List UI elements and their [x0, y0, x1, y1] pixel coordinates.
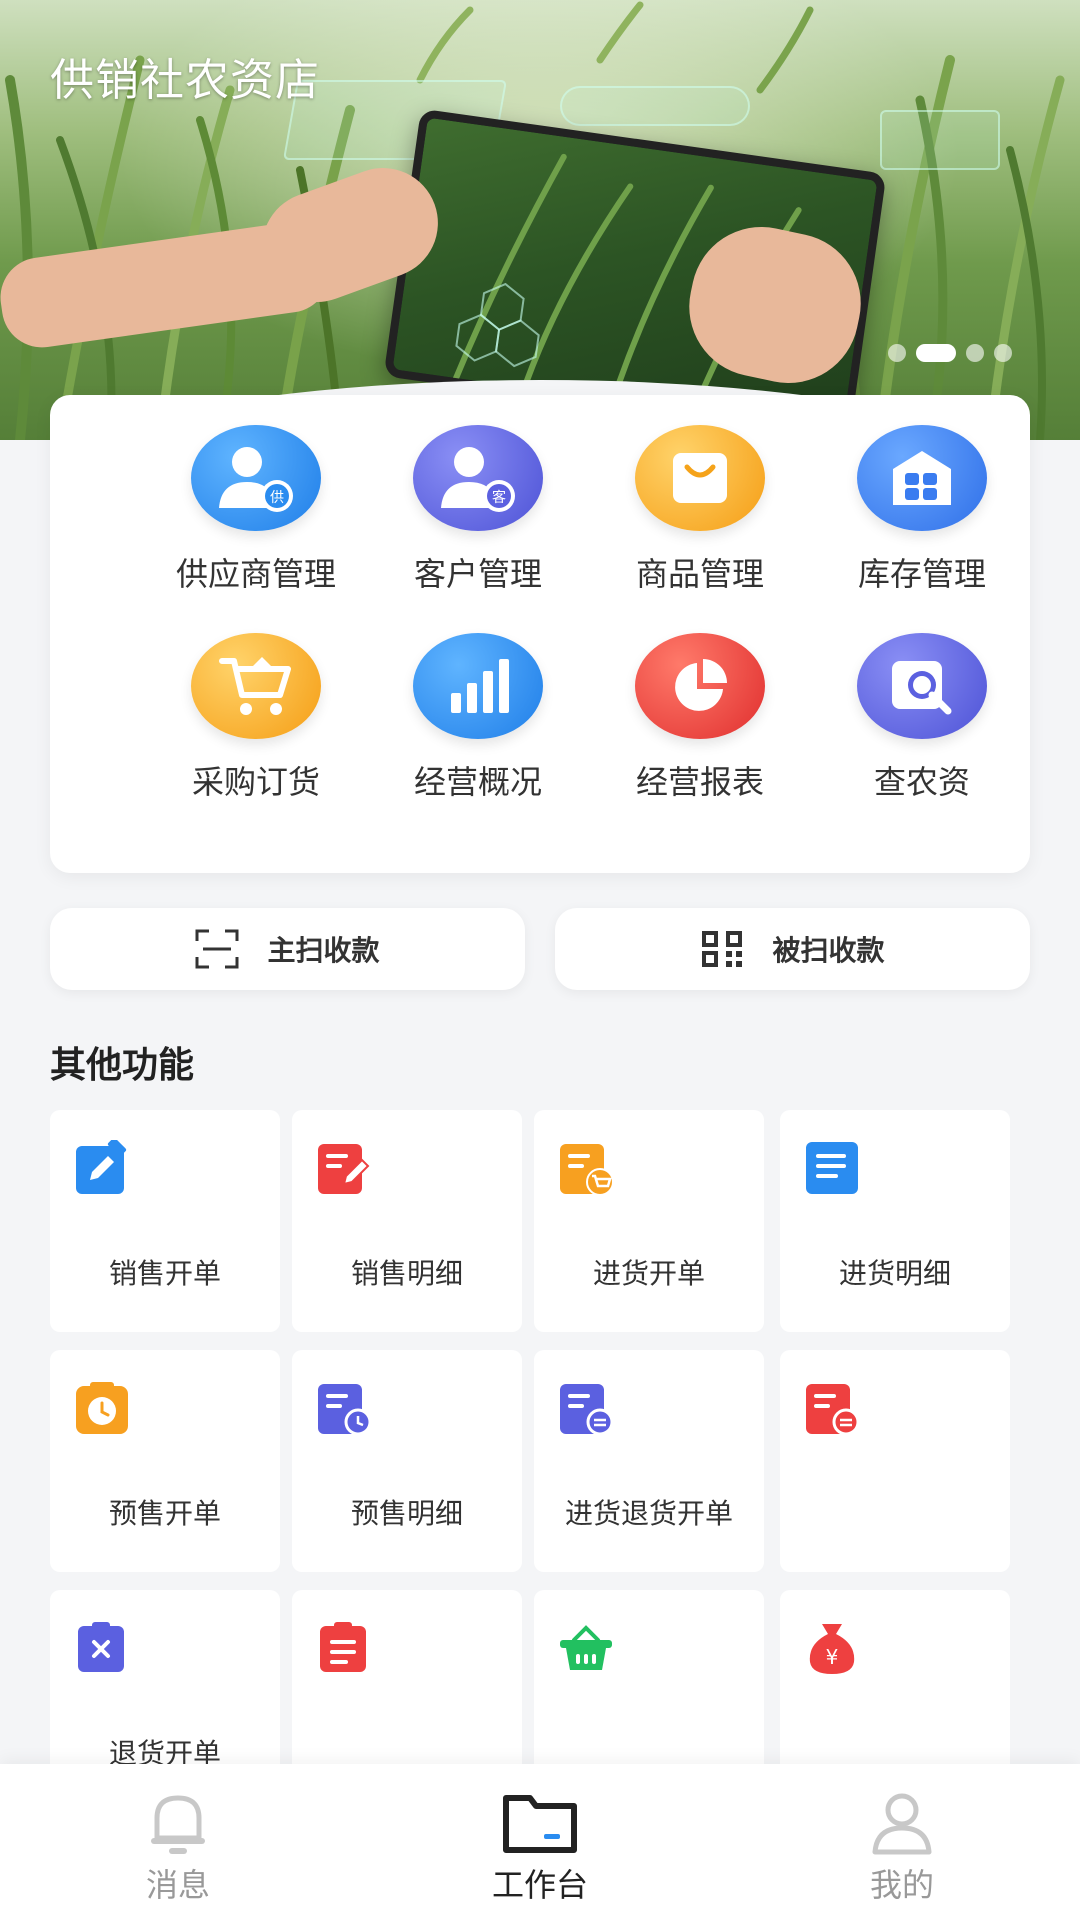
bell-icon: [151, 1795, 205, 1854]
clock-icon: [76, 1382, 128, 1434]
tile-label: 进货明细: [838, 1257, 951, 1290]
search-doc-icon: [857, 633, 987, 739]
tab-profile[interactable]: 我的: [812, 1788, 992, 1906]
bar-chart-icon: [413, 633, 543, 739]
passive-scan-button[interactable]: 被扫收款: [555, 908, 1030, 990]
menu-item-overview[interactable]: 经营概况: [378, 633, 578, 803]
menu-label: 库存管理: [857, 555, 986, 593]
carousel-dot[interactable]: [994, 344, 1012, 362]
main-menu-card: 供 供应商管理 客 客户管理 商品管理 库存管理 采购订货 经营概况 经营报表 …: [50, 395, 1030, 873]
menu-item-search-agri[interactable]: 查农资: [822, 633, 1022, 803]
tile-presale-order[interactable]: 预售开单: [50, 1350, 280, 1572]
active-scan-label: 主扫收款: [267, 934, 380, 967]
tile-label: 预售明细: [350, 1497, 463, 1530]
carousel-indicator: [888, 344, 1012, 362]
folder-icon: [503, 1795, 577, 1853]
edit-icon: [76, 1140, 127, 1194]
money-bag-icon: ¥: [809, 1624, 855, 1674]
basket-icon: [560, 1625, 612, 1670]
tile-sales-detail[interactable]: 销售明细: [292, 1110, 522, 1332]
tile-presale-detail[interactable]: 预售明细: [292, 1350, 522, 1572]
carousel-dot-active[interactable]: [916, 344, 956, 362]
carousel-dot[interactable]: [966, 344, 984, 362]
doc-return-icon: [560, 1384, 614, 1436]
menu-label: 经营报表: [635, 763, 764, 801]
menu-label: 商品管理: [635, 555, 764, 593]
svg-text:¥: ¥: [826, 1645, 839, 1669]
svg-text:客: 客: [492, 489, 506, 506]
doc-red-icon: [320, 1622, 366, 1672]
tile-purchase-order[interactable]: 进货开单: [534, 1110, 764, 1332]
banner-carousel[interactable]: 供销社农资店: [0, 0, 1080, 440]
tile-label: 进货开单: [592, 1257, 705, 1290]
passive-scan-label: 被扫收款: [772, 934, 885, 967]
menu-label: 采购订货: [191, 763, 320, 801]
menu-item-purchase[interactable]: 采购订货: [156, 633, 356, 803]
doc-list-icon: [806, 1142, 858, 1194]
tile-label: 销售开单: [108, 1257, 221, 1290]
menu-item-inventory[interactable]: 库存管理: [822, 425, 1022, 595]
active-scan-button[interactable]: 主扫收款: [50, 908, 525, 990]
tile-purchase-return-order[interactable]: 进货退货开单: [534, 1350, 764, 1572]
pie-chart-icon: [635, 633, 765, 739]
menu-label: 查农资: [873, 763, 970, 801]
cart-icon: [191, 633, 321, 739]
bottom-tab-bar: 消息 工作台 我的: [0, 1764, 1080, 1920]
doc-cart-icon: [560, 1144, 614, 1196]
doc-return-red-icon: [806, 1384, 860, 1436]
store-title: 供销社农资店: [50, 55, 320, 106]
tile-purchase-detail[interactable]: 进货明细: [780, 1110, 1010, 1332]
shopping-bag-icon: [635, 425, 765, 531]
tab-label: 消息: [145, 1866, 210, 1904]
tile-return-red[interactable]: [780, 1350, 1010, 1572]
menu-label: 客户管理: [413, 555, 542, 593]
tab-messages[interactable]: 消息: [88, 1788, 268, 1906]
menu-item-supplier[interactable]: 供 供应商管理: [156, 425, 356, 595]
other-functions-title: 其他功能: [50, 1045, 195, 1086]
warehouse-icon: [857, 425, 987, 531]
svg-text:供: 供: [270, 490, 284, 506]
qr-code-icon: [702, 931, 743, 967]
user-icon: [872, 1793, 932, 1855]
tab-label: 我的: [869, 1866, 934, 1904]
tab-workbench[interactable]: 工作台: [450, 1788, 630, 1906]
doc-clock-icon: [318, 1384, 372, 1436]
menu-label: 供应商管理: [175, 555, 336, 593]
menu-item-customer[interactable]: 客 客户管理: [378, 425, 578, 595]
scan-frame-icon: [195, 929, 239, 969]
doc-edit-icon: [318, 1144, 370, 1194]
hologram-panel: [560, 86, 750, 126]
tab-label: 工作台: [491, 1866, 588, 1904]
tile-sales-order[interactable]: 销售开单: [50, 1110, 280, 1332]
customer-icon: 客: [413, 425, 543, 531]
clipboard-x-icon: [78, 1622, 124, 1672]
carousel-dot[interactable]: [888, 344, 906, 362]
menu-item-goods[interactable]: 商品管理: [600, 425, 800, 595]
tile-label: 进货退货开单: [564, 1497, 733, 1530]
menu-label: 经营概况: [413, 763, 542, 801]
hologram-panel: [880, 110, 1000, 170]
tile-label: 销售明细: [350, 1257, 463, 1290]
menu-item-report[interactable]: 经营报表: [600, 633, 800, 803]
supplier-icon: 供: [191, 425, 321, 531]
tile-label: 预售开单: [108, 1497, 221, 1530]
